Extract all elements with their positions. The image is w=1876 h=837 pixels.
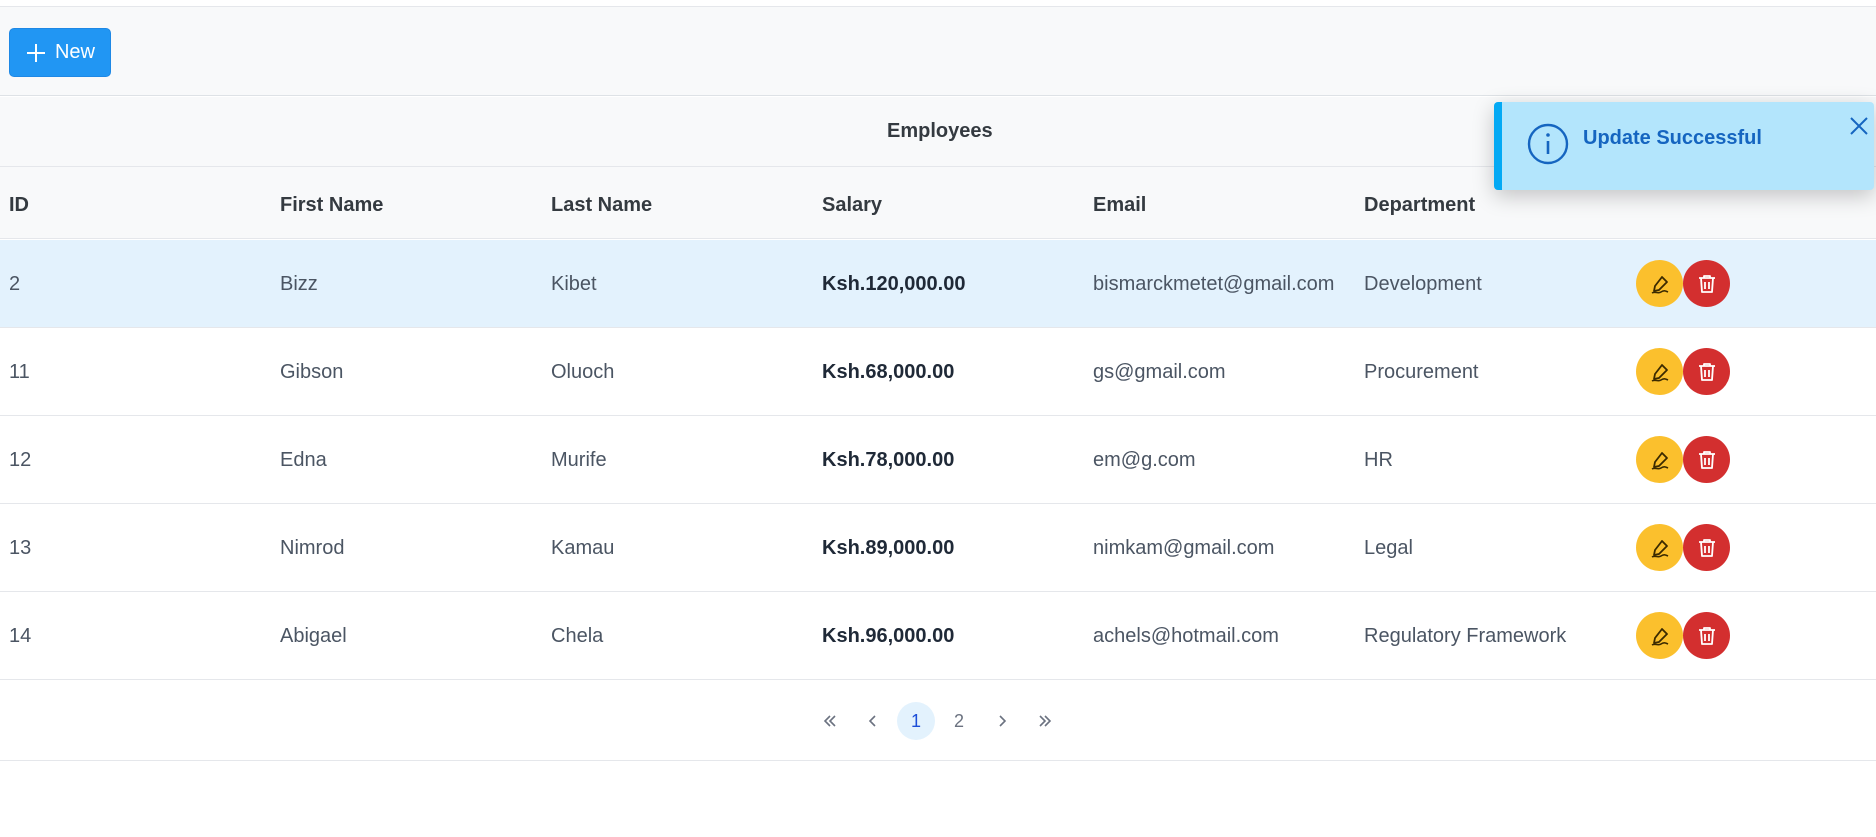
new-button[interactable]: New <box>9 28 111 77</box>
cell-first-name: Nimrod <box>280 537 345 559</box>
double-chevron-right-icon <box>1039 715 1052 727</box>
cell-last-name: Oluoch <box>551 361 615 383</box>
column-header-last-name: Last Name <box>551 194 653 216</box>
table-row[interactable]: 11 Gibson Oluoch Ksh.68,000.00 gs@gmail.… <box>0 328 1876 416</box>
cell-first-name: Gibson <box>280 361 344 383</box>
edit-button[interactable] <box>1636 260 1683 307</box>
cell-email: nimkam@gmail.com <box>1093 537 1275 559</box>
cell-first-name: Abigael <box>280 625 347 647</box>
table-row[interactable]: 2 Bizz Kibet Ksh.120,000.00 bismarckmete… <box>0 240 1876 328</box>
cell-department: HR <box>1364 449 1393 471</box>
column-header-salary: Salary <box>822 194 883 216</box>
trash-icon <box>1698 538 1715 557</box>
cell-salary: Ksh.68,000.00 <box>822 361 955 383</box>
delete-button[interactable] <box>1683 348 1730 395</box>
new-button-label: New <box>54 41 95 63</box>
cell-id: 13 <box>9 537 32 559</box>
last-page-button[interactable] <box>1026 702 1064 740</box>
pencil-icon <box>1651 539 1668 558</box>
cell-last-name: Chela <box>551 625 604 647</box>
page-button-2[interactable]: 2 <box>940 702 978 740</box>
cell-salary: Ksh.120,000.00 <box>822 273 966 295</box>
cell-department: Legal <box>1364 537 1413 559</box>
cell-department: Procurement <box>1364 361 1479 383</box>
edit-button[interactable] <box>1636 524 1683 571</box>
cell-email: em@g.com <box>1093 449 1196 471</box>
pencil-icon <box>1651 451 1668 470</box>
cell-salary: Ksh.89,000.00 <box>822 537 955 559</box>
cell-department: Regulatory Framework <box>1364 625 1567 647</box>
trash-icon <box>1698 362 1715 381</box>
cell-id: 11 <box>9 361 30 383</box>
first-page-button[interactable] <box>811 702 849 740</box>
pencil-icon <box>1651 363 1668 382</box>
paginator: 1 2 <box>0 681 1876 761</box>
page-button-1[interactable]: 1 <box>897 702 935 740</box>
delete-button[interactable] <box>1683 524 1730 571</box>
edit-button[interactable] <box>1636 348 1683 395</box>
column-header-email: Email <box>1093 194 1147 216</box>
cell-last-name: Kibet <box>551 273 597 295</box>
chevron-right-icon <box>999 715 1007 727</box>
toast-notification: Update Successful <box>1494 102 1874 190</box>
plus-icon <box>26 43 45 62</box>
column-header-id: ID <box>9 194 29 216</box>
cell-email: gs@gmail.com <box>1093 361 1226 383</box>
toolbar: New <box>0 6 1876 96</box>
pencil-icon <box>1651 275 1668 294</box>
table-row[interactable]: 13 Nimrod Kamau Ksh.89,000.00 nimkam@gma… <box>0 504 1876 592</box>
cell-salary: Ksh.78,000.00 <box>822 449 955 471</box>
trash-icon <box>1698 450 1715 469</box>
cell-department: Development <box>1364 273 1482 295</box>
delete-button[interactable] <box>1683 612 1730 659</box>
column-header-department: Department <box>1364 194 1476 216</box>
cell-id: 14 <box>9 625 32 647</box>
table-row[interactable]: 12 Edna Murife Ksh.78,000.00 em@g.com HR <box>0 416 1876 504</box>
trash-icon <box>1698 274 1715 293</box>
info-icon <box>1527 123 1569 165</box>
cell-id: 12 <box>9 449 32 471</box>
delete-button[interactable] <box>1683 436 1730 483</box>
cell-first-name: Edna <box>280 449 327 471</box>
toast-message: Update Successful <box>1583 127 1762 149</box>
delete-button[interactable] <box>1683 260 1730 307</box>
next-page-button[interactable] <box>983 702 1021 740</box>
cell-last-name: Murife <box>551 449 607 471</box>
cell-salary: Ksh.96,000.00 <box>822 625 955 647</box>
trash-icon <box>1698 626 1715 645</box>
table-row[interactable]: 14 Abigael Chela Ksh.96,000.00 achels@ho… <box>0 592 1876 680</box>
table-title: Employees <box>887 120 993 142</box>
double-chevron-left-icon <box>823 715 836 727</box>
pencil-icon <box>1651 627 1668 646</box>
edit-button[interactable] <box>1636 436 1683 483</box>
column-header-first-name: First Name <box>280 194 384 216</box>
previous-page-button[interactable] <box>854 702 892 740</box>
cell-email: bismarckmetet@gmail.com <box>1093 273 1335 295</box>
cell-first-name: Bizz <box>280 273 318 295</box>
cell-id: 2 <box>9 273 21 295</box>
cell-last-name: Kamau <box>551 537 615 559</box>
cell-email: achels@hotmail.com <box>1093 625 1279 647</box>
chevron-left-icon <box>868 715 876 727</box>
close-icon[interactable] <box>1847 114 1871 138</box>
edit-button[interactable] <box>1636 612 1683 659</box>
